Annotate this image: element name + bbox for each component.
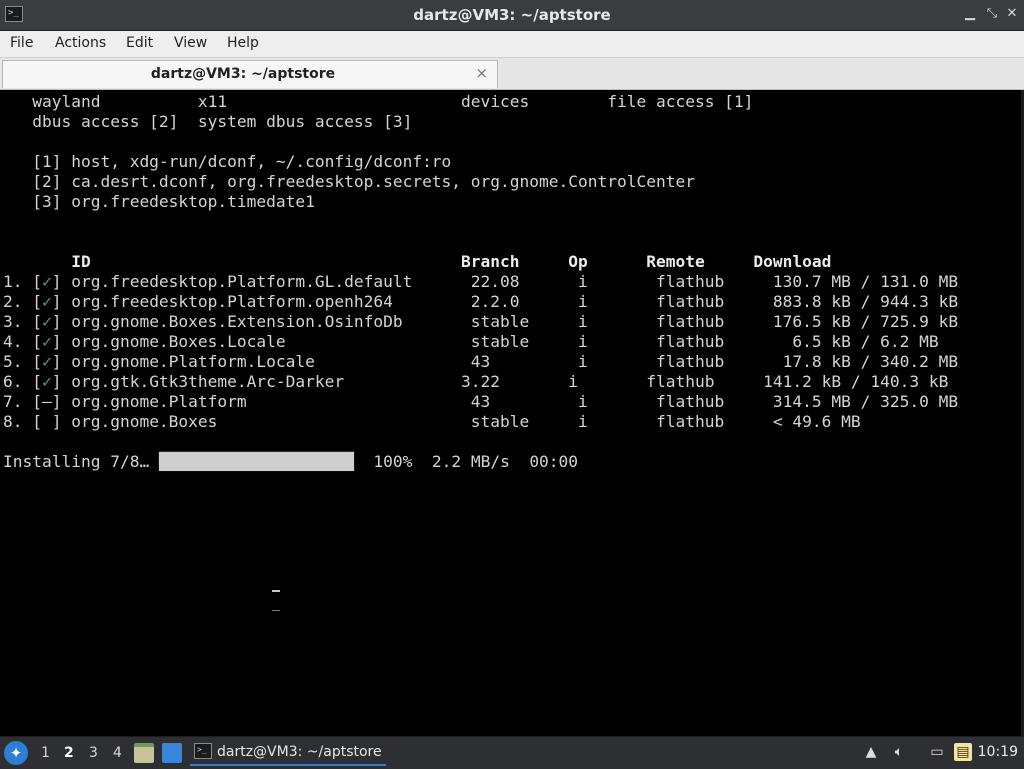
progress-line: Installing 7/8… ████████████████████ 100… <box>3 452 578 472</box>
table-row: 8. [ ] org.gnome.Boxes stable i flathub … <box>3 412 861 432</box>
row-prefix: 1. [ <box>3 272 42 291</box>
app-menu-icon[interactable]: ✦ <box>4 741 28 765</box>
tab-close-icon[interactable]: × <box>475 64 488 82</box>
clock: 10:19 <box>977 744 1018 760</box>
workspace-1[interactable]: 1 <box>41 745 50 761</box>
row-text: ] org.gnome.Platform.Locale 43 i flathub… <box>51 352 959 371</box>
progress-speed: 2.2 MB/s <box>431 452 510 471</box>
row-prefix: 6. [ <box>3 372 42 391</box>
menu-file[interactable]: File <box>10 35 33 51</box>
row-prefix: 8. [ <box>3 412 42 431</box>
row-prefix: 3. [ <box>3 312 42 331</box>
permission-note: [1] host, xdg-run/dconf, ~/.config/dconf… <box>3 152 452 171</box>
workspace-3[interactable]: 3 <box>89 745 98 761</box>
table-row: 1. [✓] org.freedesktop.Platform.GL.defau… <box>3 272 958 292</box>
progress-eta: 00:00 <box>529 452 579 471</box>
status-check-icon: ✓ <box>41 352 52 371</box>
progress-bar: ████████████████████ <box>158 452 354 471</box>
menu-help[interactable]: Help <box>227 35 259 51</box>
menu-actions[interactable]: Actions <box>55 35 106 51</box>
tab-terminal[interactable]: dartz@VM3: ~/aptstore × <box>2 60 498 88</box>
permission-note: [3] org.freedesktop.timedate1 <box>3 192 315 211</box>
menu-edit[interactable]: Edit <box>126 35 153 51</box>
table-row: 5. [✓] org.gnome.Platform.Locale 43 i fl… <box>3 352 958 372</box>
status-check-icon: ✓ <box>41 272 52 291</box>
table-row: 7. [–] org.gnome.Platform 43 i flathub 3… <box>3 392 958 412</box>
row-text: ] org.freedesktop.Platform.openh264 2.2.… <box>51 292 959 311</box>
row-text: ] org.gtk.Gtk3theme.Arc-Darker 3.22 i fl… <box>51 372 949 391</box>
updates-icon[interactable]: ▲ <box>862 743 880 761</box>
row-prefix: 7. [ <box>3 392 42 411</box>
taskbar-task-terminal[interactable]: >_ dartz@VM3: ~/aptstore <box>190 740 386 766</box>
desktop-icon[interactable] <box>162 743 182 763</box>
workspace-4[interactable]: 4 <box>113 745 122 761</box>
menu-view[interactable]: View <box>174 35 207 51</box>
cursor-artifact <box>272 610 280 611</box>
row-text: ] org.gnome.Boxes.Locale stable i flathu… <box>51 332 939 351</box>
row-text: ] org.gnome.Boxes stable i flathub < 49.… <box>51 412 861 431</box>
table-row: 4. [✓] org.gnome.Boxes.Locale stable i f… <box>3 332 939 352</box>
progress-percent: 100% <box>373 452 413 471</box>
status-check-icon: ✓ <box>41 372 52 391</box>
terminal-output[interactable]: wayland x11 devices file access [1] dbus… <box>0 90 1024 736</box>
restore-icon[interactable]: ⤡ <box>984 6 1000 22</box>
table-row: 6. [✓] org.gtk.Gtk3theme.Arc-Darker 3.22… <box>3 372 948 392</box>
row-text: ] org.gnome.Platform 43 i flathub 314.5 … <box>51 392 959 411</box>
row-prefix: 4. [ <box>3 332 42 351</box>
table-header: ID Branch Op Remote Download <box>3 252 832 271</box>
volume-icon[interactable]: 🔈︎ <box>890 743 908 761</box>
permissions-line: dbus access [2] system dbus access [3] <box>3 112 413 131</box>
permissions-line: wayland x11 devices file access [1] <box>3 92 754 111</box>
window-titlebar: >_ dartz@VM3: ~/aptstore ▁ ⤡ ✕ <box>0 0 1024 31</box>
taskbar: ✦ 1 2 3 4 >_ dartz@VM3: ~/aptstore ▲ 🔈︎ … <box>0 736 1024 769</box>
clipboard-icon[interactable]: ▤ <box>954 743 972 761</box>
tab-label: dartz@VM3: ~/aptstore <box>150 66 336 82</box>
table-row: 3. [✓] org.gnome.Boxes.Extension.OsinfoD… <box>3 312 958 332</box>
permission-note: [2] ca.desrt.dconf, org.freedesktop.secr… <box>3 172 695 191</box>
tab-bar: dartz@VM3: ~/aptstore × <box>0 58 1024 90</box>
close-icon[interactable]: ✕ <box>1004 6 1020 22</box>
terminal-icon: >_ <box>194 743 212 759</box>
table-row: 2. [✓] org.freedesktop.Platform.openh264… <box>3 292 958 312</box>
menu-bar: File Actions Edit View Help <box>0 31 1024 58</box>
row-prefix: 2. [ <box>3 292 42 311</box>
window-title: dartz@VM3: ~/aptstore <box>413 6 611 24</box>
minimize-icon[interactable]: ▁ <box>962 6 978 22</box>
task-label: dartz@VM3: ~/aptstore <box>217 744 382 760</box>
row-prefix: 5. [ <box>3 352 42 371</box>
status-check-icon: ✓ <box>41 292 52 311</box>
workspace-2[interactable]: 2 <box>64 745 74 761</box>
status-pending-icon <box>42 412 52 431</box>
status-check-icon: ✓ <box>41 312 52 331</box>
progress-label: Installing 7/8… <box>3 452 150 471</box>
file-manager-icon[interactable] <box>134 743 154 763</box>
cursor-artifact <box>272 590 280 592</box>
status-check-icon: ✓ <box>41 332 52 351</box>
row-text: ] org.freedesktop.Platform.GL.default 22… <box>51 272 959 291</box>
status-progress-icon: – <box>41 392 52 411</box>
row-text: ] org.gnome.Boxes.Extension.OsinfoDb sta… <box>51 312 959 331</box>
network-icon[interactable]: ▭ <box>928 743 946 761</box>
